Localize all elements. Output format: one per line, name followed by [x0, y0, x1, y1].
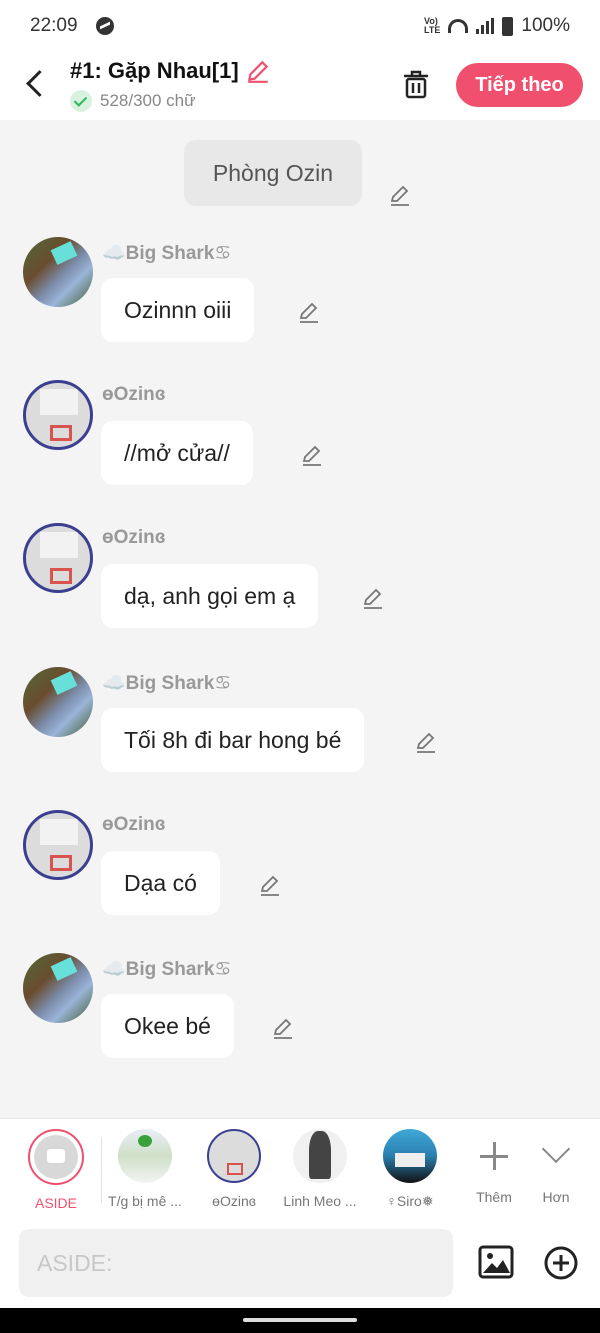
- chapter-header: #1: Gặp Nhau[1] 528/300 chữ Tiếp theo: [0, 52, 600, 120]
- image-icon[interactable]: [478, 1244, 514, 1280]
- status-time: 22:09: [30, 15, 78, 36]
- system-nav-bar: [0, 1308, 600, 1333]
- messenger-icon: [95, 17, 114, 35]
- message-row: ☁️Big Shark♋ Okee bé: [0, 953, 600, 1083]
- character-item[interactable]: ɵOzinɞ: [189, 1129, 279, 1209]
- character-item[interactable]: T/g bị mê ...: [100, 1129, 190, 1209]
- chevron-down-icon: [529, 1129, 583, 1183]
- avatar[interactable]: [23, 237, 93, 307]
- character-avatar: [293, 1129, 347, 1183]
- avatar[interactable]: [23, 953, 93, 1023]
- battery-percent: 100%: [521, 15, 570, 36]
- sender-name: ɵOzinɞ: [102, 814, 166, 835]
- character-aside[interactable]: ASIDE: [11, 1129, 101, 1211]
- character-avatar: [118, 1129, 172, 1183]
- edit-message-icon[interactable]: [258, 873, 282, 897]
- check-icon: [70, 90, 92, 112]
- edit-message-icon[interactable]: [297, 300, 321, 324]
- word-count: 528/300 chữ: [100, 91, 196, 110]
- character-label: ♀Siro❅: [386, 1193, 434, 1209]
- character-item[interactable]: ♀Siro❅: [365, 1129, 455, 1210]
- edit-title-icon[interactable]: [245, 58, 271, 84]
- edit-message-icon[interactable]: [300, 443, 324, 467]
- message-bubble[interactable]: Tối 8h đi bar hong bé: [101, 708, 365, 772]
- message-bubble[interactable]: dạ, anh gọi em ạ: [101, 564, 319, 628]
- home-indicator[interactable]: [243, 1318, 357, 1322]
- edit-room-icon[interactable]: [388, 183, 412, 207]
- sender-name: ɵOzinɞ: [102, 527, 166, 548]
- signal-icon: [476, 18, 495, 34]
- message-row: ☁️Big Shark♋ Tối 8h đi bar hong bé: [0, 667, 600, 797]
- aside-icon: [28, 1129, 84, 1185]
- sender-name: ☁️Big Shark♋: [102, 673, 232, 694]
- wifi-icon: [448, 19, 469, 33]
- message-row: ɵOzinɞ dạ, anh gọi em ạ: [0, 523, 600, 653]
- more-button[interactable]: Hơn: [511, 1129, 600, 1205]
- character-avatar: [383, 1129, 437, 1183]
- trash-icon[interactable]: [401, 68, 431, 100]
- character-label: ɵOzinɞ: [212, 1193, 256, 1209]
- sender-name: ☁️Big Shark♋: [102, 243, 232, 264]
- volte-icon: Vo) LTE: [424, 16, 441, 35]
- message-row: ɵOzinɞ //mở cửa//: [0, 380, 600, 510]
- character-item[interactable]: Linh Meo ...: [275, 1129, 365, 1209]
- sender-name: ɵOzinɞ: [102, 384, 166, 405]
- edit-message-icon[interactable]: [361, 586, 385, 610]
- character-label: ASIDE: [34, 1195, 77, 1211]
- back-arrow-icon[interactable]: [22, 68, 50, 100]
- message-bubble[interactable]: //mở cửa//: [101, 421, 253, 485]
- chapter-title: #1: Gặp Nhau[1]: [70, 58, 239, 83]
- message-row: ☁️Big Shark♋ Ozinnn oiii: [0, 237, 600, 367]
- add-circle-icon[interactable]: [543, 1245, 579, 1281]
- character-label: Linh Meo ...: [283, 1193, 357, 1209]
- edit-message-icon[interactable]: [271, 1016, 295, 1040]
- composer: [0, 1220, 600, 1308]
- character-bar: ASIDE T/g bị mê ... ɵOzinɞ Linh Meo ... …: [0, 1118, 600, 1220]
- message-bubble[interactable]: Okee bé: [101, 994, 234, 1058]
- message-bubble[interactable]: Dạa có: [101, 851, 220, 915]
- sender-name: ☁️Big Shark♋: [102, 959, 232, 980]
- battery-icon: [502, 16, 514, 36]
- status-bar: 22:09 Vo) LTE 100%: [0, 0, 600, 52]
- room-name[interactable]: Phòng Ozin: [184, 140, 362, 206]
- edit-message-icon[interactable]: [414, 730, 438, 754]
- avatar[interactable]: [23, 523, 93, 593]
- avatar[interactable]: [23, 380, 93, 450]
- chat-area[interactable]: Phòng Ozin ☁️Big Shark♋ Ozinnn oiii ɵOzi…: [0, 120, 600, 1118]
- character-avatar: [207, 1129, 261, 1183]
- status-icons: Vo) LTE 100%: [424, 15, 570, 37]
- character-label: T/g bị mê ...: [108, 1193, 182, 1209]
- message-row: ɵOzinɞ Dạa có: [0, 810, 600, 940]
- message-bubble[interactable]: Ozinnn oiii: [101, 278, 255, 342]
- next-button[interactable]: Tiếp theo: [456, 63, 583, 107]
- chapter-title-row[interactable]: #1: Gặp Nhau[1]: [70, 58, 271, 84]
- avatar[interactable]: [23, 667, 93, 737]
- word-count-row: 528/300 chữ: [70, 90, 196, 112]
- message-input[interactable]: [19, 1229, 453, 1297]
- more-label: Hơn: [542, 1189, 570, 1205]
- avatar[interactable]: [23, 810, 93, 880]
